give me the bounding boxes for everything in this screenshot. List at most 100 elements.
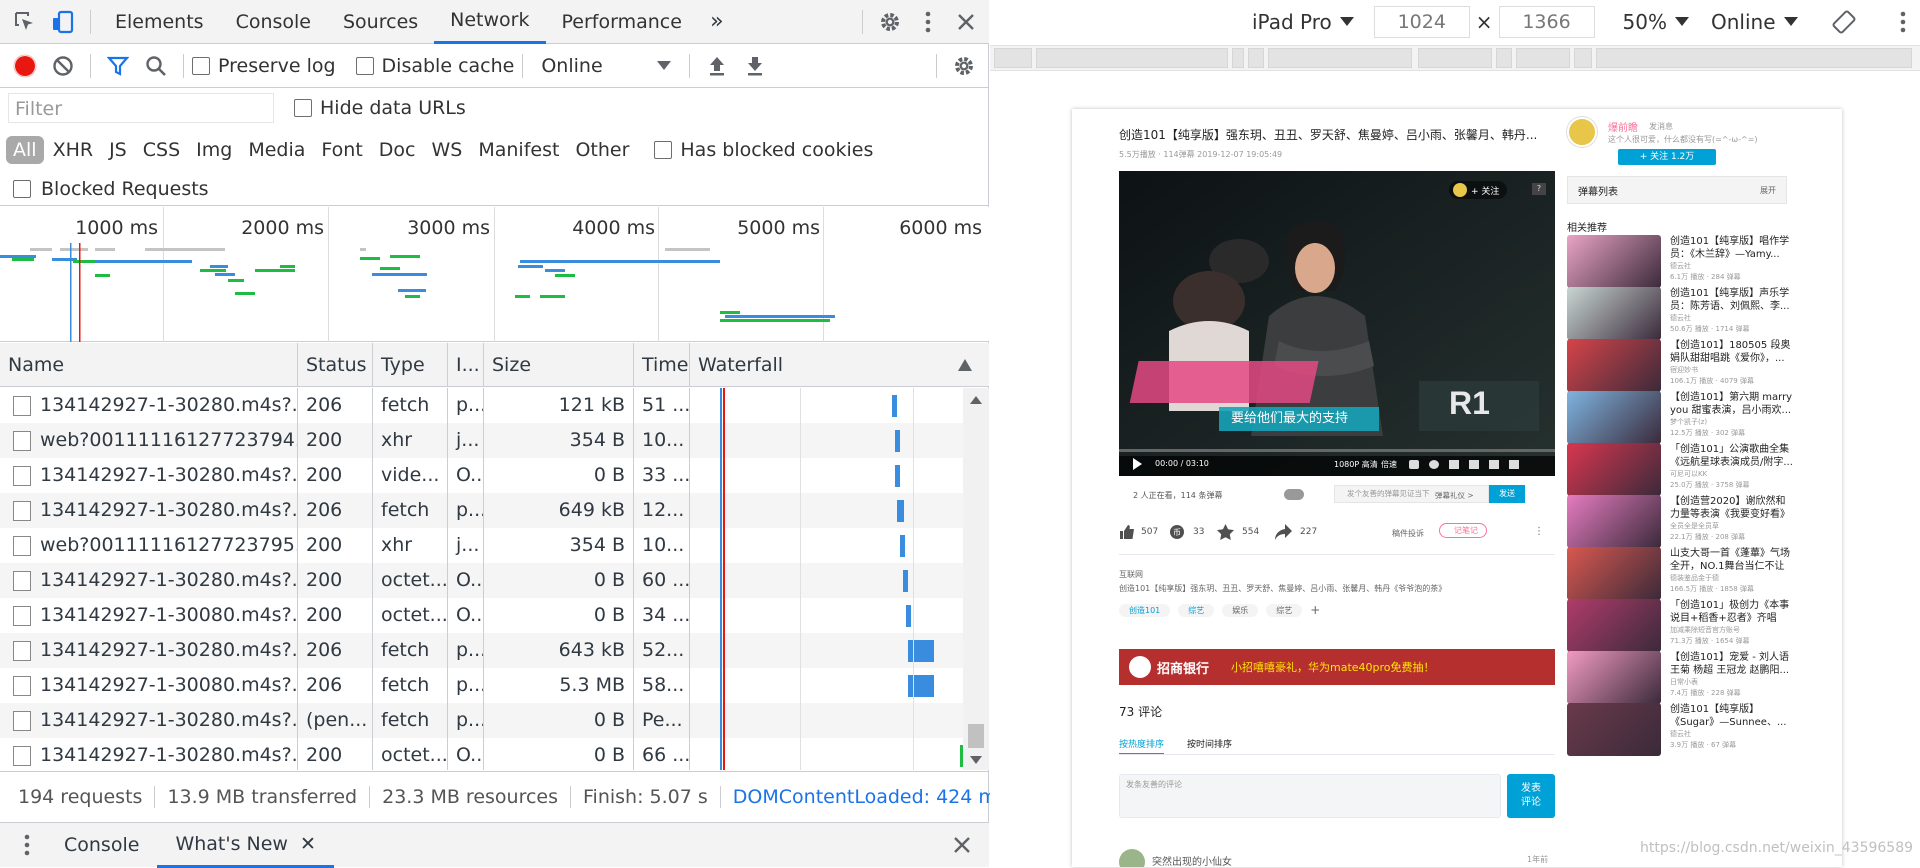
related-video-title[interactable]: 创造101【纯享版】《Sugar》—Sunnee、... xyxy=(1670,703,1795,729)
related-video-uploader[interactable]: 德装鉴品金于德 xyxy=(1670,573,1795,584)
related-video-title[interactable]: 「创造101」极创力《本事说目+稻香+忍者》齐唱 xyxy=(1670,599,1795,625)
filter-input[interactable]: Filter xyxy=(8,93,274,123)
type-filter-font[interactable]: Font xyxy=(314,136,369,164)
drawer-tab-console[interactable]: Console xyxy=(46,823,157,868)
tab-elements[interactable]: Elements xyxy=(99,0,220,44)
related-video-uploader[interactable]: 德云社 xyxy=(1670,313,1795,324)
related-video-title[interactable]: 【创造营2020】谢欣然和力量等表演《我要变好看》 xyxy=(1670,495,1795,521)
share-button[interactable]: 227 xyxy=(1275,524,1317,540)
request-row[interactable]: web?00111116127723794... 200 xhr j... 354 B1… xyxy=(0,423,963,458)
tag[interactable]: 综艺 xyxy=(1266,604,1303,617)
type-filter-img[interactable]: Img xyxy=(189,136,239,164)
related-video-item[interactable]: 创造101【纯享版】《Sugar》—Sunnee、... 德云社 3.9万 播放 ·… xyxy=(1567,703,1786,756)
type-filter-css[interactable]: CSS xyxy=(136,136,187,164)
related-video-uploader[interactable]: 德云社 xyxy=(1670,729,1795,740)
col-name[interactable]: Name xyxy=(0,343,298,387)
related-video-thumbnail[interactable] xyxy=(1567,703,1661,756)
type-filter-ws[interactable]: WS xyxy=(424,136,469,164)
request-row[interactable]: 134142927-1-30080.m4s?...200octet...O...… xyxy=(0,598,963,633)
related-video-uploader[interactable]: 全员全是全员草 xyxy=(1670,521,1795,532)
related-video-title[interactable]: 【创造101】180505 段奥娟队甜甜唱跳《爱你》，... xyxy=(1670,339,1795,365)
sort-by-hot[interactable]: 按热度排序 xyxy=(1119,737,1165,754)
related-video-thumbnail[interactable] xyxy=(1567,599,1661,652)
col-type[interactable]: Type xyxy=(373,343,448,387)
settings-gear-icon[interactable] xyxy=(871,3,909,41)
close-tab-icon[interactable]: ✕ xyxy=(300,833,316,855)
related-video-title[interactable]: 山支大哥一首《蓬蓽》气场全开，NO.1舞台当仁不让 xyxy=(1670,547,1795,573)
type-filter-doc[interactable]: Doc xyxy=(372,136,423,164)
blocked-requests-checkbox[interactable] xyxy=(13,179,31,198)
col-size[interactable]: Size xyxy=(484,343,634,387)
tag[interactable]: 创造101 xyxy=(1119,604,1171,617)
request-row[interactable]: 134142927-1-30280.m4s?... 206 fetch p... 121… xyxy=(0,388,963,423)
related-video-thumbnail[interactable] xyxy=(1567,391,1661,444)
export-har-icon[interactable] xyxy=(736,47,774,85)
request-row[interactable]: 134142927-1-30280.m4s?... 206 fetch p... 643… xyxy=(0,633,963,668)
tag[interactable]: 综艺 xyxy=(1178,604,1215,617)
more-tabs-icon[interactable]: » xyxy=(698,3,736,41)
type-filter-manifest[interactable]: Manifest xyxy=(471,136,566,164)
scrollbar-thumb[interactable] xyxy=(968,724,984,748)
col-waterfall[interactable]: Waterfall xyxy=(690,343,989,387)
zoom-select[interactable]: 50% xyxy=(1623,10,1689,34)
coin-button[interactable]: 币 33 xyxy=(1169,524,1204,540)
danmaku-toggle[interactable] xyxy=(1284,489,1304,500)
related-video-uploader[interactable]: 日常小表 xyxy=(1670,677,1795,688)
network-settings-gear-icon[interactable] xyxy=(945,47,983,85)
device-more-icon[interactable] xyxy=(1900,11,1906,33)
like-button[interactable]: 507 xyxy=(1119,524,1158,540)
sort-by-time[interactable]: 按时间排序 xyxy=(1187,737,1232,750)
related-video-title[interactable]: 【创造101】宠爱 - 刘人语 王菊 杨超 王冠龙 赵鹏阳... xyxy=(1670,651,1795,677)
type-filter-all[interactable]: All xyxy=(6,136,44,164)
related-video-item[interactable]: 【创造101】宠爱 - 刘人语 王菊 杨超 王冠龙 赵鹏阳... 日常小表 7.4万… xyxy=(1567,651,1789,704)
tab-console[interactable]: Console xyxy=(220,0,327,44)
related-video-uploader[interactable]: 加减乘除短音官方账号 xyxy=(1670,625,1795,636)
col-time[interactable]: Time xyxy=(634,343,690,387)
disable-cache-checkbox[interactable] xyxy=(355,57,374,75)
request-row[interactable]: 134142927-1-30280.m4s?...200octet...O...… xyxy=(0,738,963,770)
hide-data-urls-checkbox[interactable] xyxy=(294,99,312,117)
request-row[interactable]: 134142927-1-30280.m4s?... (pen... fetch p..… xyxy=(0,703,963,738)
quality-button[interactable]: 1080P 高清 xyxy=(1334,459,1378,470)
type-filter-xhr[interactable]: XHR xyxy=(46,136,101,164)
play-icon[interactable] xyxy=(1133,458,1142,470)
related-video-thumbnail[interactable] xyxy=(1567,495,1661,548)
request-row[interactable]: web?00111116127723795... 200 xhr j... 354 B1… xyxy=(0,528,963,563)
related-video-item[interactable]: 「创造101」极创力《本事说目+稻香+忍者》齐唱 加减乘除短音官方账号 71.3万 … xyxy=(1567,599,1789,652)
related-video-thumbnail[interactable] xyxy=(1567,339,1661,392)
col-initiator[interactable]: I... xyxy=(448,343,484,387)
tab-network[interactable]: Network xyxy=(434,0,546,44)
preserve-log-checkbox[interactable] xyxy=(192,57,210,75)
type-filter-media[interactable]: Media xyxy=(241,136,312,164)
filter-funnel-icon[interactable] xyxy=(99,47,137,85)
inspect-element-icon[interactable] xyxy=(6,3,44,41)
related-video-thumbnail[interactable] xyxy=(1567,287,1661,340)
message-link[interactable]: 发消息 xyxy=(1649,121,1673,132)
related-video-uploader[interactable]: 德云社 xyxy=(1670,261,1795,272)
drawer-menu-icon[interactable] xyxy=(8,826,46,864)
import-har-icon[interactable] xyxy=(698,47,736,85)
kebab-menu-icon[interactable] xyxy=(909,3,947,41)
related-video-uploader[interactable]: 宿迎妙书 xyxy=(1670,365,1795,376)
request-row[interactable]: 134142927-1-30280.m4s?...200vide...O...0… xyxy=(0,458,963,493)
device-select[interactable]: iPad Pro xyxy=(1252,10,1354,34)
related-video-title[interactable]: 创造101【纯享版】声乐学员：陈芳语、刘佩熙、李... xyxy=(1670,287,1795,313)
related-video-item[interactable]: 【创造营2020】谢欣然和力量等表演《我要变好看》 全员全是全员草 22.1万 播放… xyxy=(1567,495,1790,548)
related-video-title[interactable]: 「创造101」公演歌曲全集《远航星球表演成员/附字... xyxy=(1670,443,1795,469)
network-throttle-select[interactable]: Online xyxy=(1711,10,1798,34)
related-video-item[interactable]: 【创造101】180505 段奥娟队甜甜唱跳《爱你》，... 宿迎妙书 106.1万… xyxy=(1567,339,1790,392)
related-video-thumbnail[interactable] xyxy=(1567,651,1661,704)
sort-ascending-icon[interactable] xyxy=(958,359,972,371)
favorite-button[interactable]: 554 xyxy=(1217,524,1259,540)
related-video-item[interactable]: 山支大哥一首《蓬蓽》气场全开，NO.1舞台当仁不让 德装鉴品金于德 166.5万 播… xyxy=(1567,547,1790,600)
type-filter-other[interactable]: Other xyxy=(568,136,636,164)
close-devtools-icon[interactable] xyxy=(947,3,985,41)
device-height-input[interactable]: 1366 xyxy=(1498,6,1595,38)
request-row[interactable]: 134142927-1-30280.m4s?...200octet...O...… xyxy=(0,563,963,598)
network-overview[interactable]: 1000 ms 2000 ms 3000 ms 4000 ms 5000 ms … xyxy=(0,207,989,342)
device-width-input[interactable]: 1024 xyxy=(1373,6,1470,38)
related-video-item[interactable]: 创造101【纯享版】唱作学员：《木兰辞》—Yamy... 德云社 6.1万 播放 ·… xyxy=(1567,235,1789,288)
type-filter-js[interactable]: JS xyxy=(102,136,134,164)
tab-performance[interactable]: Performance xyxy=(546,0,698,44)
col-status[interactable]: Status xyxy=(298,343,373,387)
